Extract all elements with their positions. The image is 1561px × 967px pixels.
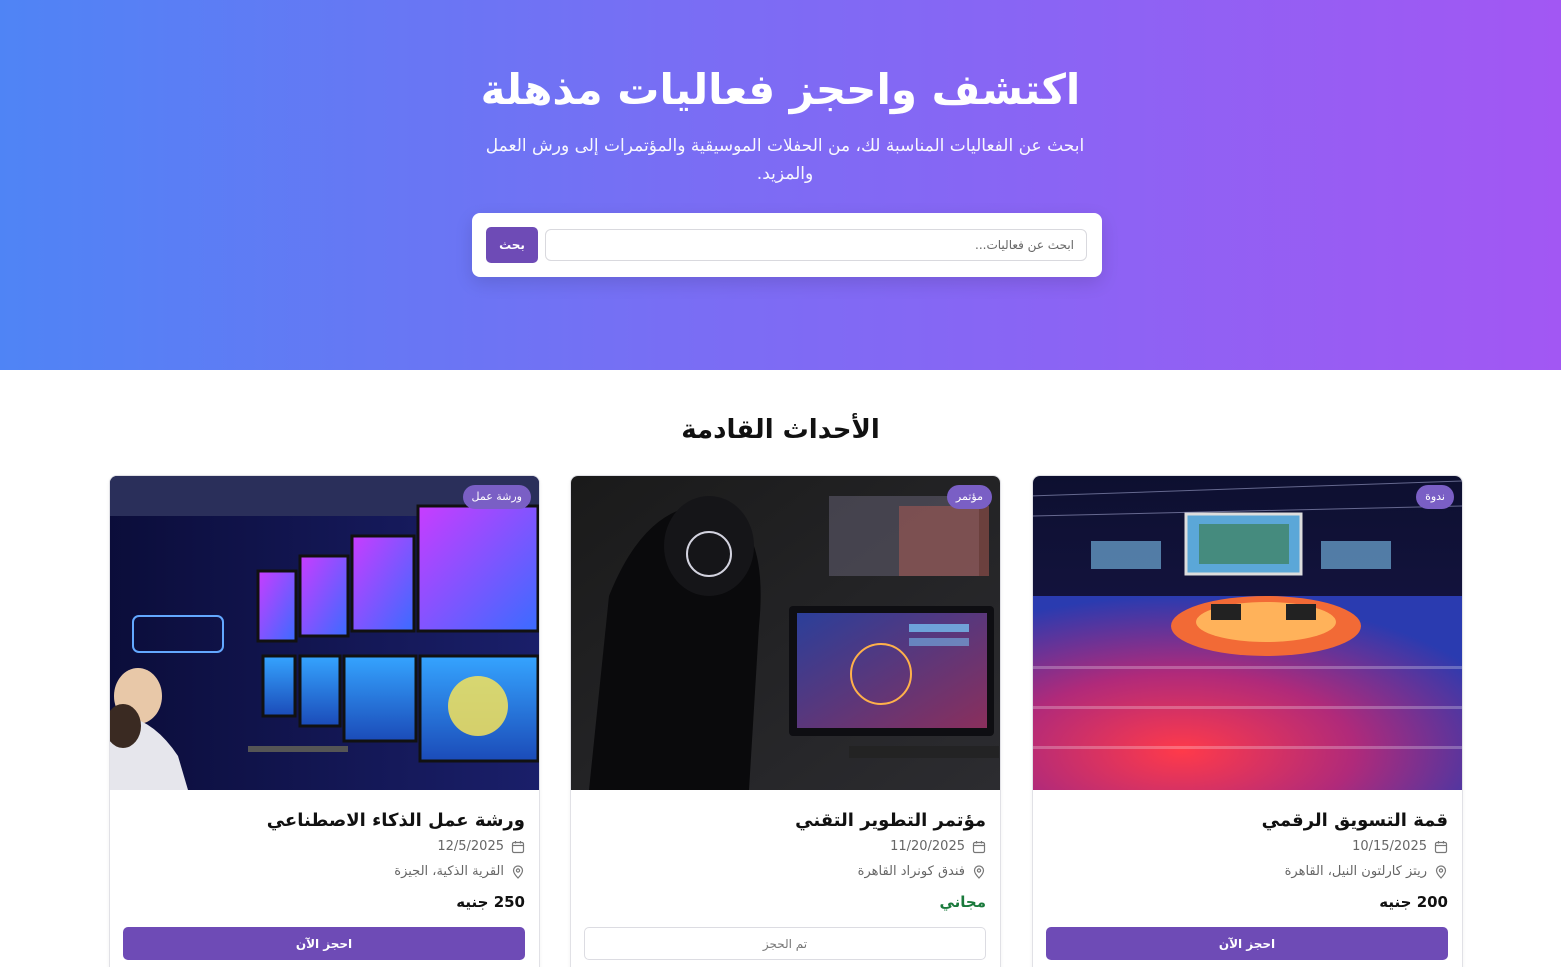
calendar-icon <box>972 841 986 854</box>
event-location: ريتز كارلتون النيل، القاهرة <box>1284 864 1427 879</box>
event-card[interactable]: مؤتمر مؤتمر التطوير التقني 11/20/2025 فن… <box>570 475 1001 967</box>
event-image-gamer-setup: مؤتمر <box>571 476 1000 790</box>
event-price: 250 جنيه <box>456 893 525 911</box>
book-now-button[interactable]: احجز الآن <box>1046 927 1448 960</box>
book-now-button[interactable]: احجز الآن <box>123 927 525 960</box>
calendar-icon <box>511 841 525 854</box>
search-bar: بحث <box>472 213 1102 277</box>
event-date-row: 10/15/2025 <box>1048 838 1448 856</box>
event-card[interactable]: ورشة عمل ورشة عمل الذكاء الاصطناعي 12/5/… <box>109 475 540 967</box>
event-title: قمة التسويق الرقمي <box>1261 810 1448 831</box>
event-location: فندق كونراد القاهرة <box>857 864 965 879</box>
event-date: 10/15/2025 <box>1352 839 1427 854</box>
event-date: 12/5/2025 <box>437 839 504 854</box>
event-image-gaming-screens: ورشة عمل <box>110 476 539 790</box>
hero-title: اكتشف واحجز فعاليات مذهلة <box>480 65 1081 114</box>
event-location-row: فندق كونراد القاهرة <box>586 863 986 881</box>
event-date-row: 12/5/2025 <box>125 838 525 856</box>
calendar-icon <box>1434 841 1448 854</box>
map-pin-icon <box>512 865 524 879</box>
event-date: 11/20/2025 <box>890 839 965 854</box>
event-location-row: ريتز كارلتون النيل، القاهرة <box>1048 863 1448 881</box>
event-category-badge: ندوة <box>1416 485 1454 509</box>
arena-photo <box>1033 476 1462 790</box>
event-price: 200 جنيه <box>1379 893 1448 911</box>
event-category-badge: مؤتمر <box>946 485 992 509</box>
event-card[interactable]: ندوة قمة التسويق الرقمي 10/15/2025 ريتز … <box>1032 475 1463 967</box>
hero-section: اكتشف واحجز فعاليات مذهلة ابحث عن الفعال… <box>0 0 1561 370</box>
event-title: مؤتمر التطوير التقني <box>795 810 986 831</box>
hero-subtitle: ابحث عن الفعاليات المناسبة لك، من الحفلا… <box>485 136 1085 184</box>
event-category-badge: ورشة عمل <box>462 485 531 509</box>
event-location: القرية الذكية، الجيزة <box>394 864 504 879</box>
event-price: مجاني <box>939 893 986 911</box>
gamer-photo <box>571 476 1000 790</box>
event-location-row: القرية الذكية، الجيزة <box>125 863 525 881</box>
search-button[interactable]: بحث <box>486 227 538 263</box>
event-image-esports-arena: ندوة <box>1033 476 1462 790</box>
event-date-row: 11/20/2025 <box>586 838 986 856</box>
upcoming-events-title: الأحداث القادمة <box>681 415 880 445</box>
search-input[interactable] <box>545 229 1087 261</box>
gaming-room-photo <box>110 476 539 790</box>
event-title: ورشة عمل الذكاء الاصطناعي <box>266 810 525 831</box>
map-pin-icon <box>1435 865 1447 879</box>
map-pin-icon <box>973 865 985 879</box>
booked-button[interactable]: تم الحجز <box>584 927 986 960</box>
